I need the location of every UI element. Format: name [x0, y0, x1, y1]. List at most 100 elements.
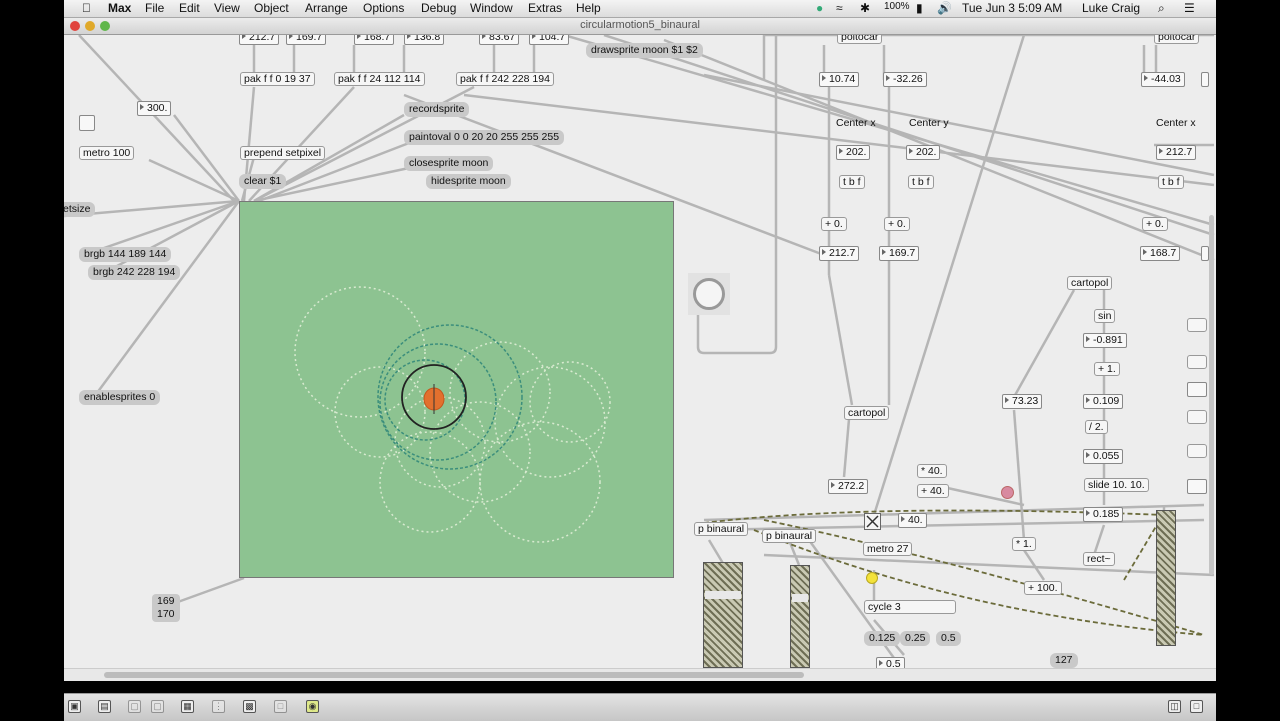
- sin-object[interactable]: [1187, 355, 1207, 369]
- menu-arrange[interactable]: Arrange: [305, 1, 348, 15]
- divide-object[interactable]: [1187, 410, 1207, 424]
- clear-message[interactable]: clear $1: [239, 174, 287, 189]
- multiply-object[interactable]: * 1.: [1012, 537, 1036, 551]
- gain-slider-knob[interactable]: [792, 594, 808, 602]
- menu-user[interactable]: Luke Craig: [1082, 1, 1140, 15]
- number-box[interactable]: 272.2: [828, 479, 869, 494]
- grid-icon[interactable]: ⋮: [212, 700, 225, 713]
- presentation-icon[interactable]: ▤: [98, 700, 111, 713]
- number-box[interactable]: 0.185: [1083, 507, 1124, 522]
- menu-window[interactable]: Window: [470, 1, 513, 15]
- menu-edit[interactable]: Edit: [179, 1, 200, 15]
- metro-object[interactable]: metro 27: [863, 542, 913, 556]
- poltocar-object[interactable]: poltocar: [837, 35, 883, 44]
- inspector-icon[interactable]: ▦: [181, 700, 194, 713]
- number-box[interactable]: [1187, 382, 1207, 397]
- drawsprite-message[interactable]: drawsprite moon $1 $2: [586, 43, 703, 58]
- hidesprite-message[interactable]: hidesprite moon: [426, 174, 511, 189]
- plus-object[interactable]: [1187, 318, 1207, 332]
- trigger-object[interactable]: t b f: [1158, 175, 1184, 189]
- plus-object[interactable]: + 0.: [884, 217, 910, 231]
- message-05[interactable]: 0.5: [936, 631, 961, 646]
- message-127[interactable]: 127: [1050, 653, 1078, 668]
- split-view-icon[interactable]: ◫: [1168, 700, 1181, 713]
- number-box[interactable]: 0.109: [1083, 394, 1124, 409]
- number-box-center-x[interactable]: 202.: [836, 145, 871, 160]
- pak-object[interactable]: pak f f 24 112 114: [334, 72, 425, 86]
- number-box[interactable]: 212.7: [239, 35, 280, 45]
- enablesprites-message[interactable]: enablesprites 0: [79, 390, 161, 405]
- number-box[interactable]: [1187, 479, 1207, 494]
- notification-center-icon[interactable]: ☰: [1184, 1, 1195, 15]
- number-box[interactable]: -0.891: [1083, 333, 1127, 348]
- number-box[interactable]: 104.7: [529, 35, 570, 45]
- number-box[interactable]: 169.7: [286, 35, 327, 45]
- plus-object[interactable]: + 0.: [1142, 217, 1168, 231]
- pak-object[interactable]: pak f f 242 228 194: [456, 72, 554, 86]
- bang-button[interactable]: [866, 572, 878, 584]
- lcd-sprite-display[interactable]: [239, 201, 674, 578]
- cartopol-object[interactable]: cartopol: [1067, 276, 1113, 290]
- menu-file[interactable]: File: [145, 1, 164, 15]
- menu-debug[interactable]: Debug: [421, 1, 456, 15]
- number-box[interactable]: 40.: [898, 513, 927, 528]
- number-box[interactable]: 10.74: [819, 72, 860, 87]
- number-box-center-y[interactable]: 202.: [906, 145, 941, 160]
- plus-object[interactable]: + 1.: [1094, 362, 1120, 376]
- gain-slider[interactable]: [703, 562, 743, 668]
- number-box[interactable]: 73.23: [1002, 394, 1043, 409]
- divide-object[interactable]: / 2.: [1085, 420, 1108, 434]
- plus-object[interactable]: + 0.: [821, 217, 847, 231]
- slide-object[interactable]: slide 10. 10.: [1084, 478, 1149, 492]
- multiply-object[interactable]: * 40.: [917, 464, 947, 478]
- recordsprite-message[interactable]: recordsprite: [404, 102, 470, 117]
- cycle-object[interactable]: cycle 3: [864, 600, 956, 614]
- number-box[interactable]: 168.7: [354, 35, 395, 45]
- multiply-object[interactable]: [1187, 444, 1207, 458]
- number-box[interactable]: 169.7: [879, 246, 920, 261]
- number-box[interactable]: -32.26: [883, 72, 927, 87]
- clue-icon[interactable]: □: [274, 700, 287, 713]
- brgb-message[interactable]: brgb 144 189 144: [79, 247, 172, 262]
- gain-slider-knob[interactable]: [705, 591, 741, 599]
- menu-options[interactable]: Options: [363, 1, 404, 15]
- number-box[interactable]: 0.5: [876, 657, 905, 668]
- menu-object[interactable]: Object: [254, 1, 289, 15]
- rect-object[interactable]: rect~: [1083, 552, 1115, 566]
- sync-icon[interactable]: ●: [816, 1, 823, 15]
- subpatcher-binaural[interactable]: p binaural: [762, 529, 817, 543]
- dsp-icon[interactable]: ◉: [306, 700, 319, 713]
- message-025[interactable]: 0.25: [900, 631, 931, 646]
- patcher-canvas[interactable]: 212.7 169.7 168.7 136.8 83.67 104.7 polt…: [64, 35, 1216, 668]
- number-box[interactable]: 83.67: [479, 35, 520, 45]
- number-box[interactable]: 168.7: [1140, 246, 1181, 261]
- number-box[interactable]: -44.03: [1141, 72, 1185, 87]
- trigger-object[interactable]: t b f: [839, 175, 865, 189]
- setsize-message[interactable]: etsize: [64, 202, 96, 217]
- cartopol-object[interactable]: cartopol: [844, 406, 890, 420]
- number-box-interval[interactable]: 300.: [137, 101, 172, 116]
- vertical-scrollbar[interactable]: [1209, 215, 1214, 575]
- menu-help[interactable]: Help: [576, 1, 601, 15]
- new-object-icon[interactable]: ▢: [128, 700, 141, 713]
- battery-percent[interactable]: 100%: [884, 1, 910, 12]
- volume-icon[interactable]: 🔊: [937, 1, 952, 15]
- message-0125[interactable]: 0.125: [864, 631, 901, 646]
- metro-object[interactable]: metro 100: [79, 146, 135, 160]
- spotlight-search-icon[interactable]: ⌕: [1158, 1, 1165, 16]
- window-resize-icon[interactable]: □: [1190, 700, 1203, 713]
- number-box[interactable]: 212.7: [819, 246, 860, 261]
- wifi-icon[interactable]: ≈: [836, 1, 843, 15]
- pak-object[interactable]: pak f f 0 19 37: [240, 72, 315, 86]
- toggle-checked[interactable]: [864, 513, 881, 530]
- paintoval-message[interactable]: paintoval 0 0 20 20 255 255 255: [404, 130, 565, 145]
- horizontal-scrollbar[interactable]: [64, 668, 1216, 681]
- brgb-message[interactable]: brgb 242 228 194: [88, 265, 181, 280]
- plus-object[interactable]: + 40.: [917, 484, 949, 498]
- horizontal-scroll-thumb[interactable]: [104, 672, 804, 678]
- list-message[interactable]: 169 170: [152, 594, 180, 622]
- toggle[interactable]: [79, 115, 95, 131]
- menu-view[interactable]: View: [214, 1, 240, 15]
- lock-toggle-icon[interactable]: ▣: [68, 700, 81, 713]
- closesprite-message[interactable]: closesprite moon: [404, 156, 494, 171]
